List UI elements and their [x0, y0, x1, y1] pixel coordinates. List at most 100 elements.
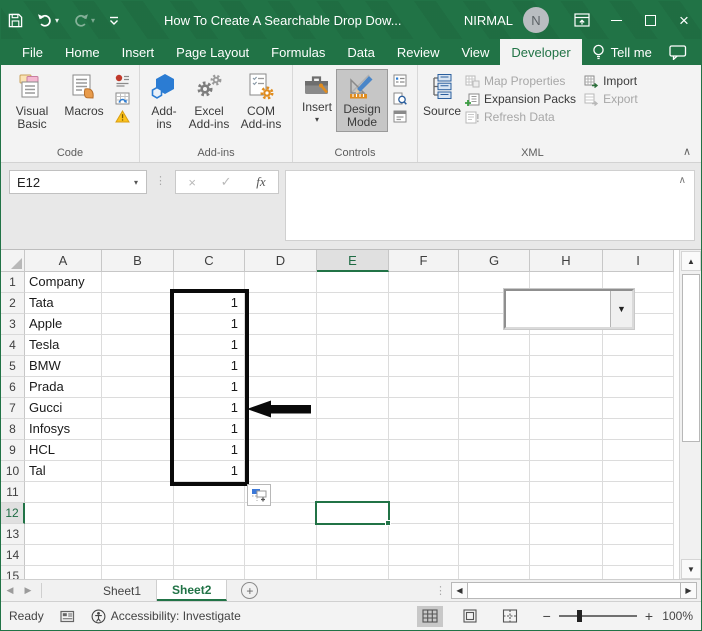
cell-B13[interactable] — [102, 524, 174, 545]
cell-E14[interactable] — [317, 545, 389, 566]
scroll-right-button[interactable]: ▶ — [680, 582, 697, 599]
cell-A5[interactable]: BMW — [25, 356, 102, 377]
column-header-C[interactable]: C — [174, 250, 245, 272]
row-header-5[interactable]: 5 — [1, 356, 25, 377]
scroll-left-button[interactable]: ◀ — [451, 582, 468, 599]
cell-D15[interactable] — [245, 566, 317, 579]
insert-controls-button[interactable]: Insert ▾ — [298, 69, 336, 127]
ribbon-display-options-button[interactable] — [565, 1, 599, 39]
cell-F4[interactable] — [389, 335, 459, 356]
cell-H15[interactable] — [530, 566, 603, 579]
cell-D9[interactable] — [245, 440, 317, 461]
accessibility-checker-button[interactable]: Accessibility: Investigate — [91, 609, 241, 624]
import-button[interactable]: Import — [584, 74, 638, 88]
com-addins-button[interactable]: COM Add-ins — [235, 69, 287, 134]
column-header-B[interactable]: B — [102, 250, 174, 272]
record-macro-button[interactable] — [113, 73, 131, 88]
cell-B4[interactable] — [102, 335, 174, 356]
cell-B8[interactable] — [102, 419, 174, 440]
cell-B6[interactable] — [102, 377, 174, 398]
formula-input[interactable]: ∧ — [285, 170, 695, 241]
cell-A12[interactable] — [25, 503, 102, 524]
column-header-H[interactable]: H — [530, 250, 603, 272]
cell-E9[interactable] — [317, 440, 389, 461]
cell-C15[interactable] — [174, 566, 245, 579]
cancel-entry-button[interactable]: × — [188, 175, 196, 190]
cell-E7[interactable] — [317, 398, 389, 419]
cell-D8[interactable] — [245, 419, 317, 440]
undo-button[interactable]: ▾ — [30, 5, 66, 35]
cell-E2[interactable] — [317, 293, 389, 314]
row-header-10[interactable]: 10 — [1, 461, 25, 482]
cell-I9[interactable] — [603, 440, 674, 461]
view-code-button[interactable] — [391, 91, 409, 106]
cell-I14[interactable] — [603, 545, 674, 566]
cell-F8[interactable] — [389, 419, 459, 440]
cell-G6[interactable] — [459, 377, 530, 398]
cell-H7[interactable] — [530, 398, 603, 419]
row-header-3[interactable]: 3 — [1, 314, 25, 335]
maximize-button[interactable] — [633, 1, 667, 39]
cell-G9[interactable] — [459, 440, 530, 461]
tab-page-layout[interactable]: Page Layout — [165, 39, 260, 65]
avatar[interactable]: N — [523, 7, 549, 33]
cell-A1[interactable]: Company — [25, 272, 102, 293]
account-user-name[interactable]: NIRMAL — [464, 13, 513, 28]
cell-C4[interactable]: 1 — [174, 335, 245, 356]
cell-E5[interactable] — [317, 356, 389, 377]
zoom-out-button[interactable]: − — [543, 608, 551, 624]
cell-I13[interactable] — [603, 524, 674, 545]
cell-D12[interactable] — [245, 503, 317, 524]
cell-F14[interactable] — [389, 545, 459, 566]
cell-D4[interactable] — [245, 335, 317, 356]
combobox-text-area[interactable] — [506, 291, 610, 327]
cell-I6[interactable] — [603, 377, 674, 398]
cell-A7[interactable]: Gucci — [25, 398, 102, 419]
vertical-scrollbar-thumb[interactable] — [682, 274, 700, 442]
cell-F10[interactable] — [389, 461, 459, 482]
cell-F11[interactable] — [389, 482, 459, 503]
xml-source-button[interactable]: Source — [423, 69, 461, 121]
cell-E1[interactable] — [317, 272, 389, 293]
cell-A8[interactable]: Infosys — [25, 419, 102, 440]
cell-G15[interactable] — [459, 566, 530, 579]
column-header-I[interactable]: I — [603, 250, 674, 272]
cell-F9[interactable] — [389, 440, 459, 461]
cell-B12[interactable] — [102, 503, 174, 524]
cell-C1[interactable] — [174, 272, 245, 293]
column-header-F[interactable]: F — [389, 250, 459, 272]
cell-G7[interactable] — [459, 398, 530, 419]
refresh-data-button[interactable]: Refresh Data — [465, 110, 576, 124]
active-cell-selection[interactable] — [315, 501, 391, 526]
cell-E4[interactable] — [317, 335, 389, 356]
cell-I12[interactable] — [603, 503, 674, 524]
insert-dropdown-caret[interactable]: ▾ — [315, 115, 319, 124]
tab-home[interactable]: Home — [54, 39, 111, 65]
cell-F13[interactable] — [389, 524, 459, 545]
cell-B7[interactable] — [102, 398, 174, 419]
cell-F15[interactable] — [389, 566, 459, 579]
cell-E11[interactable] — [317, 482, 389, 503]
cell-G12[interactable] — [459, 503, 530, 524]
cell-H11[interactable] — [530, 482, 603, 503]
row-header-8[interactable]: 8 — [1, 419, 25, 440]
vertical-scrollbar[interactable]: ▲ ▼ — [679, 250, 701, 579]
new-sheet-button[interactable]: + — [241, 582, 259, 599]
cell-A10[interactable]: Tal — [25, 461, 102, 482]
row-header-12[interactable]: 12 — [1, 503, 25, 524]
macros-button[interactable]: Macros — [58, 69, 110, 121]
cell-G5[interactable] — [459, 356, 530, 377]
cell-B2[interactable] — [102, 293, 174, 314]
tell-me-box[interactable]: Tell me — [582, 39, 662, 65]
combobox-dropdown-button[interactable]: ▼ — [610, 291, 632, 327]
save-button[interactable] — [1, 5, 30, 35]
tab-file[interactable]: File — [11, 39, 54, 65]
cell-A13[interactable] — [25, 524, 102, 545]
cell-C3[interactable]: 1 — [174, 314, 245, 335]
cell-C14[interactable] — [174, 545, 245, 566]
cell-G13[interactable] — [459, 524, 530, 545]
macro-recording-button[interactable] — [60, 610, 75, 623]
cell-A11[interactable] — [25, 482, 102, 503]
cell-D13[interactable] — [245, 524, 317, 545]
select-all-corner[interactable] — [1, 250, 25, 272]
